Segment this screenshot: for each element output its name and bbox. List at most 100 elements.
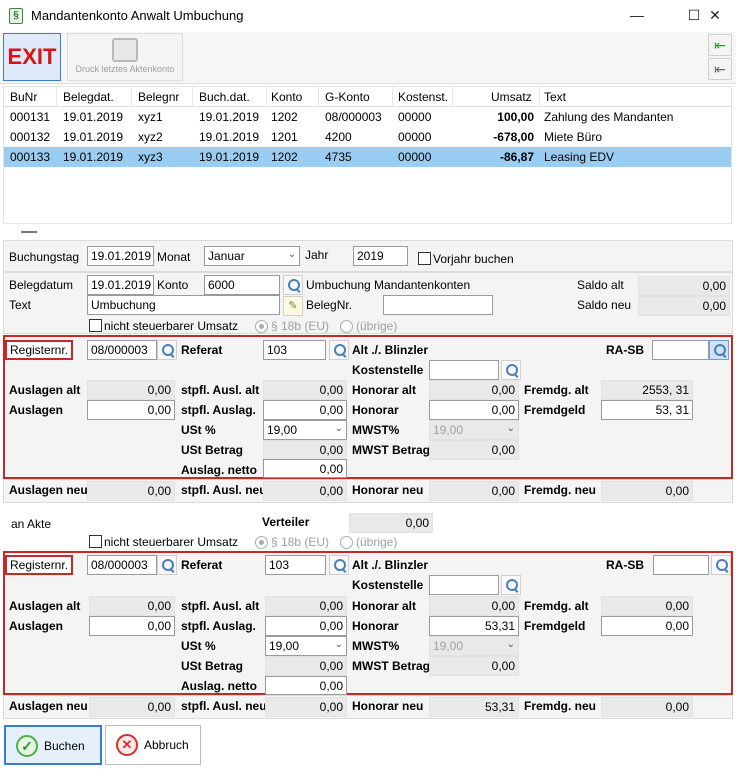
col-header-gkonto[interactable]: G-Konto	[325, 90, 370, 104]
nicht-steuerbar-checkbox[interactable]	[89, 319, 102, 332]
kostenstelle2-label: Kostenstelle	[352, 578, 424, 592]
auslagen-input[interactable]: 0,00	[87, 400, 175, 420]
print-button[interactable]: Druck letztes Aktenkonto	[67, 33, 183, 81]
honorar-neu2-label: Honorar neu	[352, 699, 424, 713]
honorar-alt2-label: Honorar alt	[352, 599, 417, 613]
referat-input[interactable]: 103	[263, 340, 326, 360]
fremdgeld-input[interactable]: 53, 31	[601, 400, 693, 420]
col-header-konto[interactable]: Konto	[271, 90, 302, 104]
text-input[interactable]: Umbuchung	[87, 295, 280, 315]
belegdatum-input[interactable]: 19.01.2019	[87, 275, 154, 295]
table-row[interactable]: 000132 19.01.2019 xyz2 19.01.2019 1201 4…	[4, 127, 731, 147]
cell-gkonto: 08/000003	[325, 110, 382, 124]
nav-in-button[interactable]: ⇤	[708, 34, 732, 56]
belegdatum-label: Belegdatum	[9, 278, 74, 292]
mwst2-select[interactable]: 19,00 ⌄	[429, 636, 519, 656]
col-header-bunr[interactable]: BuNr	[10, 90, 37, 104]
auslagen-label: Auslagen	[9, 403, 64, 417]
exit-button[interactable]: EXIT	[3, 33, 61, 81]
buchen-button[interactable]: ✓ Buchen	[4, 725, 102, 765]
fremdg-alt-label: Fremdg. alt	[524, 383, 589, 397]
kostenstelle2-search-icon[interactable]	[501, 575, 521, 595]
stpfl2-label: stpfl. Auslag.	[181, 619, 256, 633]
registernr2-input[interactable]: 08/000003	[87, 555, 157, 575]
rasb2-input[interactable]	[653, 555, 709, 575]
col-header-umsatz[interactable]: Umsatz	[491, 90, 532, 104]
splitter[interactable]	[0, 224, 736, 240]
kostenstelle-search-icon[interactable]	[501, 360, 521, 380]
honorar2-label: Honorar	[352, 619, 399, 633]
vorjahr-checkbox[interactable]	[418, 252, 431, 265]
col-header-belegdat[interactable]: Belegdat.	[63, 90, 114, 104]
konto-search-icon[interactable]	[283, 275, 303, 295]
chevron-down-icon: ⌄	[506, 423, 515, 434]
honorar-neu2-field: 53,31	[429, 697, 519, 717]
nicht-steuerbar2-checkbox[interactable]	[89, 535, 102, 548]
registernr2-search-icon[interactable]	[157, 555, 177, 575]
radio-uebrige-2-label: (übrige)	[356, 535, 398, 549]
konto-input[interactable]: 6000	[204, 275, 280, 295]
mwst-value: 19,00	[433, 423, 464, 437]
radio-18b[interactable]	[255, 320, 268, 333]
radio-uebrige-2[interactable]	[340, 536, 353, 549]
anwalt-name: Alt ./. Blinzler	[352, 343, 429, 357]
abbruch-button[interactable]: ✕ Abbruch	[105, 725, 201, 765]
belegnr-input[interactable]	[383, 295, 493, 315]
cell-text: Miete Büro	[544, 130, 603, 144]
auslagen-alt2-label: Auslagen alt	[9, 599, 81, 613]
jahr-label: Jahr	[305, 248, 329, 262]
col-header-text[interactable]: Text	[544, 90, 566, 104]
stpfl2-input[interactable]: 0,00	[265, 616, 347, 636]
table-row[interactable]: 000131 19.01.2019 xyz1 19.01.2019 1202 0…	[4, 107, 731, 127]
rasb-input[interactable]	[652, 340, 709, 360]
minimize-button[interactable]: —	[622, 4, 652, 26]
konto-name: Umbuchung Mandantenkonten	[306, 278, 471, 292]
jahr-input[interactable]: 2019	[353, 246, 408, 266]
table-row-selected[interactable]: 000133 19.01.2019 xyz3 19.01.2019 1202 4…	[4, 147, 731, 167]
auslagen2-input[interactable]: 0,00	[89, 616, 175, 636]
fremdgeld2-input[interactable]: 0,00	[601, 616, 693, 636]
registernr-search-icon[interactable]	[157, 340, 177, 360]
col-header-kostenst[interactable]: Kostenst.	[398, 90, 448, 104]
text-label: Text	[9, 298, 32, 312]
mwst-select[interactable]: 19,00 ⌄	[429, 420, 519, 440]
nicht-steuerbar-label: nicht steuerbarer Umsatz	[104, 319, 239, 333]
col-header-buchdat[interactable]: Buch.dat.	[199, 90, 250, 104]
cell-buchdat: 19.01.2019	[199, 110, 260, 124]
bookings-table: BuNr Belegdat. Belegnr Buch.dat. Konto G…	[3, 86, 732, 224]
radio-18b-2[interactable]	[255, 536, 268, 549]
registernr-input[interactable]: 08/000003	[87, 340, 157, 360]
kostenstelle2-input[interactable]	[429, 575, 499, 595]
abbruch-label: Abbruch	[144, 738, 189, 752]
mwst2-label: MWST%	[352, 639, 400, 653]
ust2-value: 19,00	[269, 639, 300, 653]
col-header-belegnr[interactable]: Belegnr	[138, 90, 179, 104]
mwst-betrag2-field: 0,00	[429, 656, 519, 676]
cell-umsatz: -86,87	[499, 150, 534, 164]
kostenstelle-input[interactable]	[429, 360, 499, 380]
buchungstag-input[interactable]: 19.01.2019	[87, 246, 154, 266]
rasb-search-icon[interactable]	[709, 340, 729, 360]
text-edit-icon[interactable]: ✎	[283, 296, 303, 316]
rasb-label: RA-SB	[606, 343, 644, 357]
close-button[interactable]: ✕	[700, 4, 730, 26]
radio-uebrige[interactable]	[340, 320, 353, 333]
ust-select[interactable]: 19,00 ⌄	[263, 420, 347, 440]
referat2-input[interactable]: 103	[265, 555, 326, 575]
honorar-input[interactable]: 0,00	[429, 400, 519, 420]
referat-search-icon[interactable]	[329, 340, 349, 360]
nav-out-button[interactable]: ⇤	[708, 58, 732, 80]
netto-field: 0,00	[263, 459, 347, 478]
rasb2-search-icon[interactable]	[711, 555, 731, 575]
fremdg-neu-label: Fremdg. neu	[524, 483, 597, 497]
monat-value: Januar	[208, 249, 245, 263]
honorar2-input[interactable]: 53,31	[429, 616, 519, 636]
ust2-select[interactable]: 19,00 ⌄	[265, 636, 347, 656]
stpfl-input[interactable]: 0,00	[263, 400, 347, 420]
saldo-alt-field: 0,00	[638, 276, 730, 296]
saldo-neu-label: Saldo neu	[577, 298, 632, 312]
honorar-alt-field: 0,00	[429, 380, 519, 400]
cell-belegdat: 19.01.2019	[63, 110, 124, 124]
referat2-search-icon[interactable]	[329, 555, 349, 575]
monat-select[interactable]: Januar ⌄	[204, 246, 300, 266]
